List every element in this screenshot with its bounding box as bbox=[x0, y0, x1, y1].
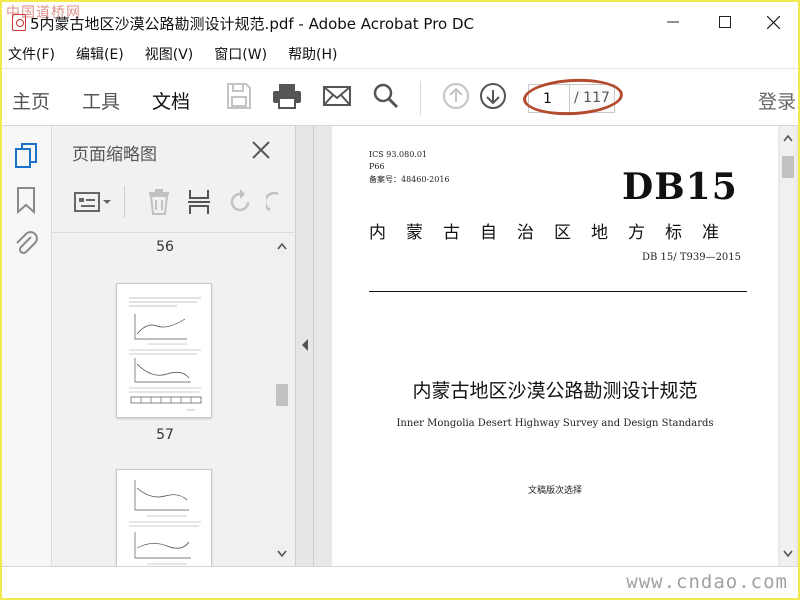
tab-document[interactable]: 文档 bbox=[152, 87, 190, 114]
menu-file[interactable]: 文件(F) bbox=[8, 44, 55, 64]
menu-window[interactable]: 窗口(W) bbox=[214, 44, 267, 64]
bookmark-icon[interactable] bbox=[15, 186, 37, 214]
app-window: 中国道桥网 5内蒙古地区沙漠公路勘测设计规范.pdf - Adobe Acrob… bbox=[0, 0, 800, 600]
document-scrollbar[interactable] bbox=[780, 126, 796, 566]
edition-note: 文稿版次选择 bbox=[527, 486, 582, 496]
menu-edit[interactable]: 编辑(E) bbox=[76, 44, 124, 64]
search-icon[interactable] bbox=[372, 82, 400, 110]
maximize-button[interactable] bbox=[702, 8, 748, 36]
delete-page-icon[interactable] bbox=[146, 188, 172, 216]
thumbnail-label: 56 bbox=[156, 239, 174, 255]
login-link[interactable]: 登录 bbox=[758, 87, 796, 114]
scroll-down-icon[interactable] bbox=[277, 550, 287, 558]
main-toolbar: 主页 工具 文档 1 / 117 登录 bbox=[2, 68, 798, 126]
page-thumbnails-icon[interactable] bbox=[13, 142, 39, 170]
scroll-up-icon[interactable] bbox=[277, 242, 287, 250]
menu-help[interactable]: 帮助(H) bbox=[288, 44, 337, 64]
thumbnail-label: 57 bbox=[156, 427, 174, 443]
standard-type: 内蒙古自治区地方标准 bbox=[369, 223, 739, 243]
toolbar-separator bbox=[420, 81, 421, 115]
panel-title: 页面缩略图 bbox=[72, 145, 157, 165]
thumbnail-list: 56 57 bbox=[70, 233, 288, 566]
document-title-cn: 内蒙古地区沙漠公路勘测设计规范 bbox=[412, 380, 698, 402]
collapse-panel-icon[interactable] bbox=[301, 338, 309, 352]
panel-splitter[interactable] bbox=[296, 126, 314, 566]
scroll-up-icon[interactable] bbox=[783, 134, 793, 142]
thumbnail-page-57[interactable] bbox=[116, 283, 212, 418]
extract-page-icon[interactable] bbox=[186, 188, 212, 216]
menu-bar: 文件(F) 编辑(E) 视图(V) 窗口(W) 帮助(H) bbox=[2, 42, 798, 66]
minimize-icon bbox=[667, 21, 679, 23]
window-title: 5内蒙古地区沙漠公路勘测设计规范.pdf - Adobe Acrobat Pro… bbox=[30, 15, 475, 33]
document-title-en: Inner Mongolia Desert Highway Survey and… bbox=[396, 418, 714, 429]
rotate-left-icon[interactable] bbox=[226, 188, 254, 216]
close-panel-icon[interactable] bbox=[250, 139, 272, 161]
attachment-icon[interactable] bbox=[13, 229, 39, 257]
next-page-icon[interactable] bbox=[479, 82, 507, 110]
tools-separator bbox=[124, 186, 125, 218]
standard-number: DB 15/ T939—2015 bbox=[642, 252, 742, 263]
menu-view[interactable]: 视图(V) bbox=[145, 44, 194, 64]
document-scroll-thumb[interactable] bbox=[782, 156, 794, 178]
ics-code: ICS 93.080.01 bbox=[369, 150, 428, 159]
thumbnails-panel: 页面缩略图 56 57 bbox=[52, 126, 296, 566]
p-code: P66 bbox=[369, 162, 385, 171]
close-icon bbox=[766, 15, 780, 29]
thumbnail-tools bbox=[70, 184, 290, 220]
tab-tools[interactable]: 工具 bbox=[82, 87, 120, 114]
thumbnail-preview bbox=[129, 297, 202, 411]
document-view: ICS 93.080.01 P66 备案号：48460-2016 DB15 内蒙… bbox=[314, 126, 798, 566]
close-window-button[interactable] bbox=[750, 8, 796, 36]
thumbnail-scroll-thumb[interactable] bbox=[276, 384, 288, 406]
document-page: ICS 93.080.01 P66 备案号：48460-2016 DB15 内蒙… bbox=[332, 126, 778, 566]
bottom-bar: www.cndao.com bbox=[2, 566, 798, 598]
title-bar: 中国道桥网 5内蒙古地区沙漠公路勘测设计规范.pdf - Adobe Acrob… bbox=[2, 2, 798, 42]
maximize-icon bbox=[719, 16, 731, 28]
record-number: 备案号：48460-2016 bbox=[369, 175, 450, 184]
header-rule bbox=[369, 291, 747, 292]
scroll-down-icon[interactable] bbox=[783, 550, 793, 558]
rotate-right-icon[interactable] bbox=[266, 188, 290, 216]
minimize-button[interactable] bbox=[650, 8, 696, 36]
thumbnail-scrollbar[interactable] bbox=[274, 236, 290, 566]
standard-code: DB15 bbox=[622, 166, 738, 208]
watermark-bottom: www.cndao.com bbox=[626, 571, 788, 593]
options-menu-icon[interactable] bbox=[74, 190, 114, 214]
save-icon[interactable] bbox=[226, 82, 252, 110]
previous-page-icon[interactable] bbox=[442, 82, 470, 110]
page-total: / 117 bbox=[574, 90, 610, 106]
left-icon-rail bbox=[2, 126, 52, 566]
page-number-input[interactable] bbox=[529, 85, 570, 112]
email-icon[interactable] bbox=[322, 82, 352, 110]
thumbnail-preview bbox=[129, 480, 201, 565]
print-icon[interactable] bbox=[272, 82, 302, 110]
thumbnail-page-58[interactable] bbox=[116, 469, 212, 566]
page-navigator: / 117 bbox=[528, 84, 615, 113]
tab-home[interactable]: 主页 bbox=[12, 87, 50, 114]
